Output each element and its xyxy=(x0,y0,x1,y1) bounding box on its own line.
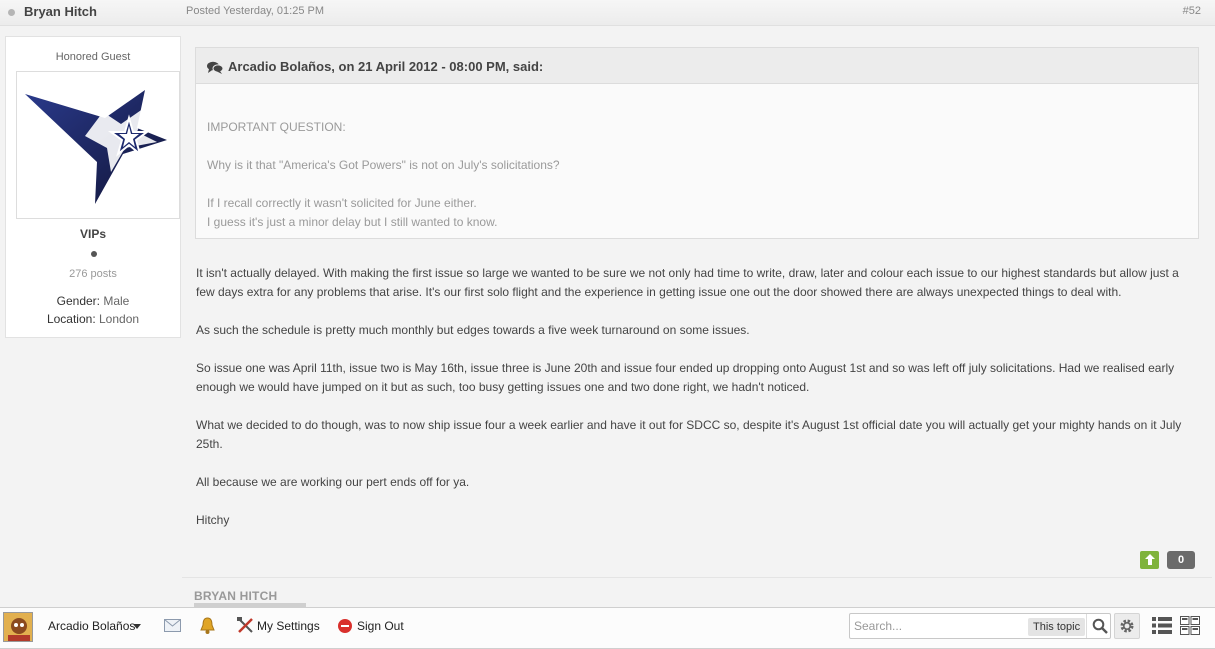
group-pip-icon xyxy=(91,251,97,257)
post-body: It isn't actually delayed. With making t… xyxy=(196,264,1196,549)
quote-line: I guess it's just a minor delay but I st… xyxy=(207,215,498,229)
quote-body: IMPORTANT QUESTION: Why is it that "Amer… xyxy=(207,118,1187,232)
star-logo-image xyxy=(25,90,167,204)
grid-view-icon[interactable] xyxy=(1180,616,1200,635)
search-settings-button[interactable] xyxy=(1114,613,1140,639)
gear-icon xyxy=(1120,619,1134,633)
user-menu-name[interactable]: Arcadio Bolaños xyxy=(48,619,135,633)
signature-name: BRYAN HITCH xyxy=(194,589,278,603)
post-paragraph: As such the schedule is pretty much mont… xyxy=(196,323,750,337)
quote-citation[interactable]: Arcadio Bolaños, on 21 April 2012 - 08:0… xyxy=(228,59,543,74)
user-bar: Arcadio Bolaños My Settings Sign Out Thi… xyxy=(0,607,1215,649)
quote-block: Arcadio Bolaños, on 21 April 2012 - 08:0… xyxy=(195,47,1199,239)
sign-out-link[interactable]: Sign Out xyxy=(357,619,404,633)
author-avatar[interactable] xyxy=(16,71,180,219)
quote-line: If I recall correctly it wasn't solicite… xyxy=(207,196,477,210)
user-avatar[interactable] xyxy=(3,612,33,642)
search-scope-button[interactable]: This topic xyxy=(1028,618,1086,636)
search-input[interactable] xyxy=(854,617,1024,635)
reputation-up-button[interactable] xyxy=(1140,551,1159,569)
bell-icon[interactable] xyxy=(200,617,215,634)
offline-status-dot xyxy=(8,9,15,16)
gender-label: Gender: xyxy=(56,294,100,308)
member-group: VIPs xyxy=(79,227,106,241)
envelope-icon[interactable] xyxy=(164,619,181,632)
post-header: Bryan Hitch Posted Yesterday, 01:25 PM #… xyxy=(0,0,1215,26)
search-icon xyxy=(1092,618,1108,634)
author-info-card: Honored Guest VIPs 276 posts Gender: Mal… xyxy=(5,36,181,338)
post-paragraph: Hitchy xyxy=(196,513,230,527)
post-paragraph: It isn't actually delayed. With making t… xyxy=(196,266,1179,299)
post-count: 276 posts xyxy=(69,268,117,280)
reputation-count: 0 xyxy=(1167,551,1195,569)
sign-out-icon[interactable] xyxy=(338,619,352,633)
speech-bubbles-icon xyxy=(207,61,223,74)
list-view-icon[interactable] xyxy=(1152,616,1172,635)
quote-header: Arcadio Bolaños, on 21 April 2012 - 08:0… xyxy=(196,48,1198,84)
caret-down-icon[interactable] xyxy=(133,624,141,629)
user-avatar-image xyxy=(4,613,32,641)
post-paragraph: What we decided to do though, was to now… xyxy=(196,418,1182,451)
search-box: This topic xyxy=(849,613,1111,639)
location-label: Location: xyxy=(46,312,96,326)
signature-divider xyxy=(182,577,1212,578)
location-value: London xyxy=(99,312,140,326)
member-title: Honored Guest xyxy=(55,51,131,63)
quote-line: IMPORTANT QUESTION: xyxy=(207,120,346,134)
post-author-name[interactable]: Bryan Hitch xyxy=(24,4,97,19)
post-date: Posted Yesterday, 01:25 PM xyxy=(186,5,324,17)
post-paragraph: So issue one was April 11th, issue two i… xyxy=(196,361,1175,394)
gender-value: Male xyxy=(103,294,130,308)
post-number-link[interactable]: #52 xyxy=(1183,5,1201,17)
post-paragraph: All because we are working our pert ends… xyxy=(196,475,470,489)
tools-icon[interactable] xyxy=(237,617,254,634)
my-settings-link[interactable]: My Settings xyxy=(257,619,320,633)
arrow-up-icon xyxy=(1144,554,1155,565)
search-button[interactable] xyxy=(1086,614,1112,638)
location-row: Location: London xyxy=(6,312,180,326)
quote-line: Why is it that "America's Got Powers" is… xyxy=(207,158,560,172)
gender-row: Gender: Male xyxy=(6,294,180,308)
